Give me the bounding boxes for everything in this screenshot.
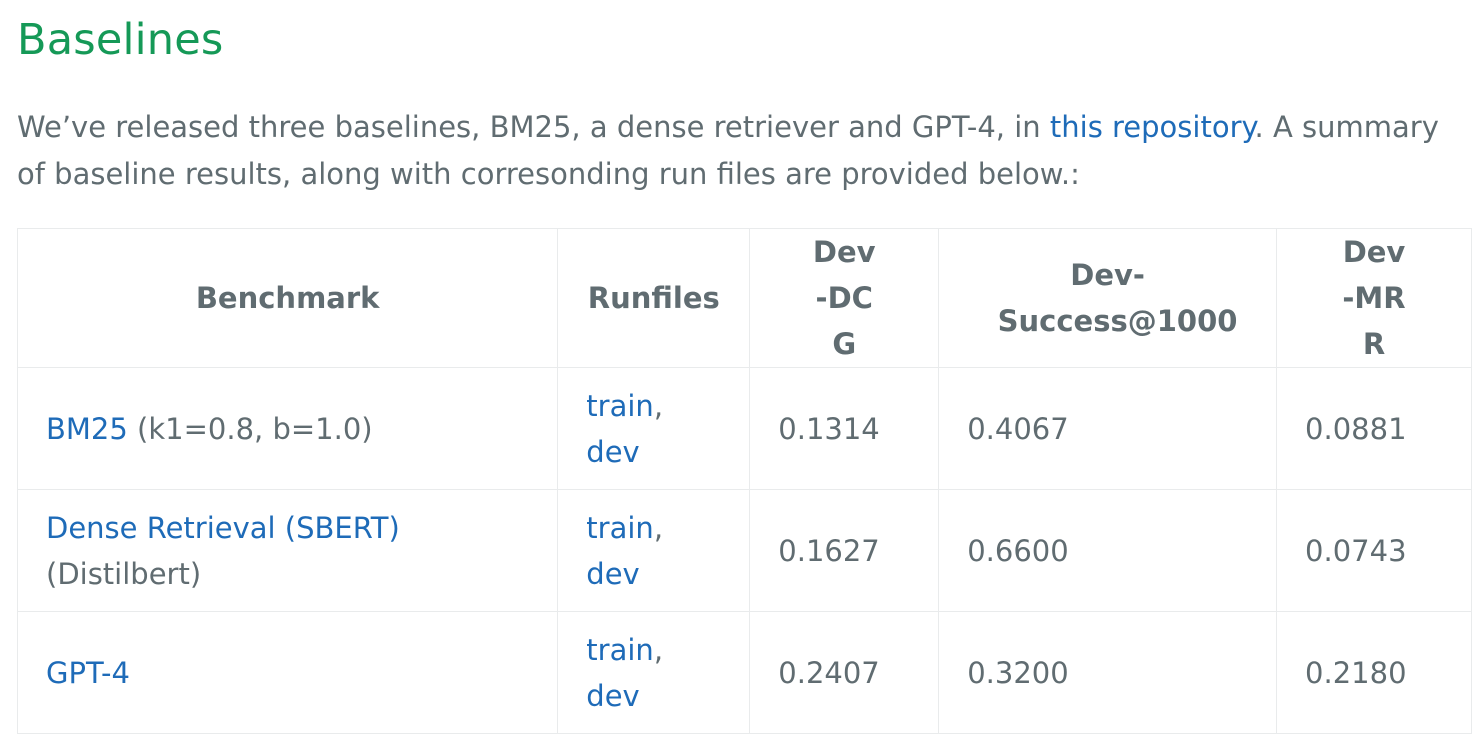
baseline-results-table: Benchmark Runfiles Dev-DCG Dev-Success@1… <box>16 228 1472 734</box>
runfile-separator: , <box>653 510 664 545</box>
section-heading: Baselines <box>17 15 224 65</box>
header-runfiles: Runfiles <box>557 228 751 368</box>
cell-dev-dcg: 0.1627 <box>749 489 940 612</box>
intro-text-before: We’ve released three baselines, BM25, a … <box>17 110 1050 144</box>
cell-benchmark: BM25 (k1=0.8, b=1.0) <box>16 367 559 490</box>
runfile-dev-link[interactable]: dev <box>586 435 639 469</box>
header-dev-dcg: Dev-DCG <box>749 228 940 368</box>
benchmark-link[interactable]: Dense Retrieval (SBERT) <box>46 511 400 545</box>
cell-dev-mrr: 0.2180 <box>1276 611 1472 734</box>
header-dev-success: Dev-Success@1000 <box>938 228 1278 368</box>
runfile-train-link[interactable]: train <box>586 511 654 545</box>
table-row: Dense Retrieval (SBERT) (Distilbert) trai… <box>16 489 1472 612</box>
header-dev-mrr: Dev-MRR <box>1276 228 1472 368</box>
benchmark-link[interactable]: BM25 <box>46 412 128 446</box>
runfile-separator: , <box>653 632 664 667</box>
cell-dev-success: 0.3200 <box>938 611 1278 734</box>
cell-dev-success: 0.4067 <box>938 367 1278 490</box>
cell-dev-mrr: 0.0881 <box>1276 367 1472 490</box>
cell-dev-dcg: 0.1314 <box>749 367 940 490</box>
repository-link[interactable]: this repository <box>1050 110 1255 144</box>
runfile-separator: , <box>653 388 664 423</box>
cell-dev-mrr: 0.0743 <box>1276 489 1472 612</box>
table-row: GPT-4 train, dev 0.2407 0.3200 0.2180 <box>16 611 1472 734</box>
cell-runfiles: train, dev <box>557 611 751 734</box>
cell-runfiles: train, dev <box>557 489 751 612</box>
benchmark-note: (k1=0.8, b=1.0) <box>127 411 373 446</box>
runfile-train-link[interactable]: train <box>586 389 654 423</box>
cell-benchmark: GPT-4 <box>16 611 559 734</box>
runfile-dev-link[interactable]: dev <box>586 679 639 713</box>
intro-paragraph: We’ve released three baselines, BM25, a … <box>17 104 1467 198</box>
benchmark-note: (Distilbert) <box>46 556 202 591</box>
table-row: BM25 (k1=0.8, b=1.0) train, dev 0.1314 0.… <box>16 367 1472 490</box>
cell-runfiles: train, dev <box>557 367 751 490</box>
header-dev-dcg-label: Dev-DCG <box>812 235 876 361</box>
header-dev-mrr-label: Dev-MRR <box>1342 235 1406 361</box>
table-header-row: Benchmark Runfiles Dev-DCG Dev-Success@1… <box>16 228 1472 368</box>
header-dev-success-label: Dev-Success@1000 <box>997 258 1238 338</box>
header-benchmark: Benchmark <box>16 228 559 368</box>
cell-dev-success: 0.6600 <box>938 489 1278 612</box>
cell-dev-dcg: 0.2407 <box>749 611 940 734</box>
benchmark-link[interactable]: GPT-4 <box>46 656 130 690</box>
cell-benchmark: Dense Retrieval (SBERT) (Distilbert) <box>16 489 559 612</box>
runfile-train-link[interactable]: train <box>586 633 654 667</box>
runfile-dev-link[interactable]: dev <box>586 557 639 591</box>
